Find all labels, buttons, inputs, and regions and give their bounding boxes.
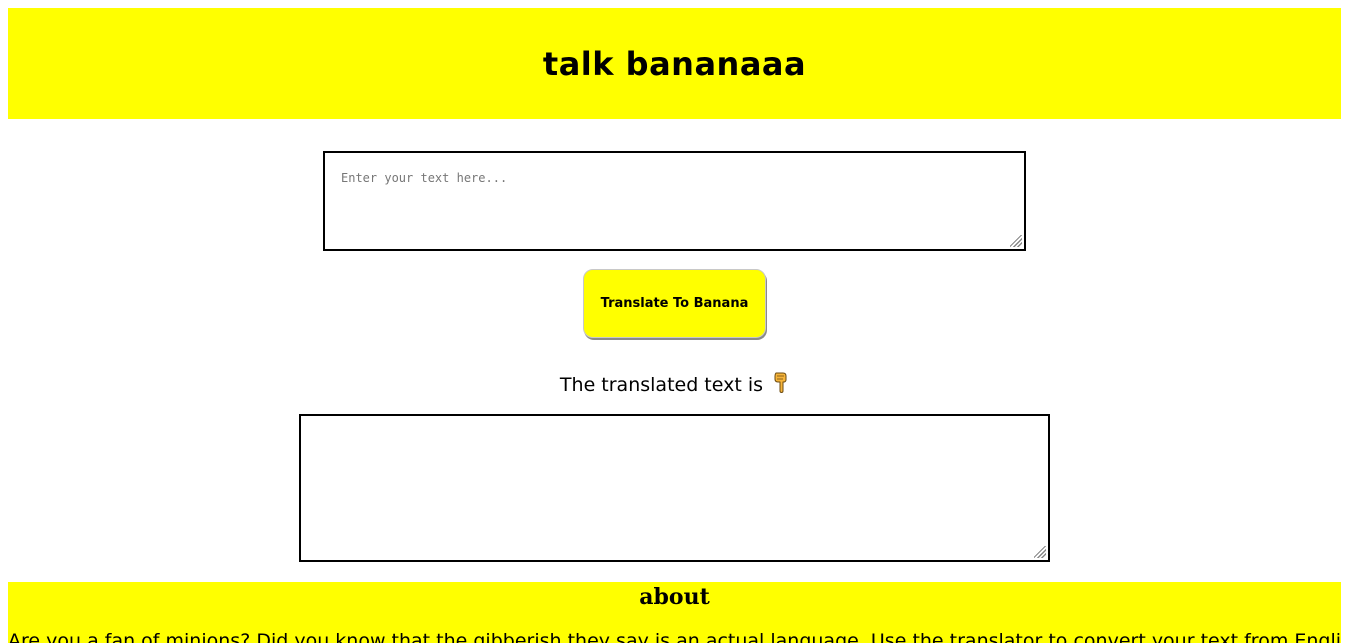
page: talk bananaaa Translate To Banana The tr… <box>0 0 1349 643</box>
app-header: talk bananaaa <box>8 8 1341 119</box>
backhand-index-pointing-down-icon <box>773 372 789 399</box>
translated-output <box>299 414 1050 562</box>
about-text: Are you a fan of minions? Did you know t… <box>8 630 1341 643</box>
input-resize-handle[interactable] <box>1010 235 1022 247</box>
output-label-row: The translated text is <box>0 372 1349 399</box>
output-label: The translated text is <box>559 374 764 396</box>
about-heading: about <box>639 584 710 610</box>
translate-button[interactable]: Translate To Banana <box>583 269 766 338</box>
about-section: about Are you a fan of minions? Did you … <box>8 582 1341 643</box>
text-input[interactable] <box>323 151 1026 251</box>
app-title: talk bananaaa <box>542 44 807 83</box>
output-resize-handle[interactable] <box>1034 546 1046 558</box>
